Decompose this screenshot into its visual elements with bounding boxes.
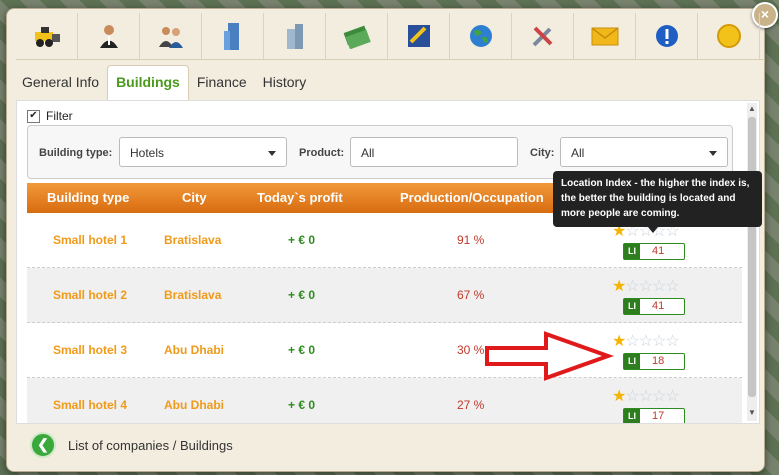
li-value: 18 — [652, 355, 665, 367]
li-tag: LI — [624, 244, 640, 259]
row-city: Abu Dhabi — [164, 398, 224, 412]
building-icon[interactable] — [202, 13, 264, 59]
info-alert-icon[interactable] — [636, 13, 698, 59]
star-rating: ★☆☆☆☆ — [612, 278, 680, 295]
filter-label: Filter — [46, 109, 73, 123]
tab-history[interactable]: History — [255, 66, 315, 100]
li-value: 41 — [652, 300, 665, 312]
row-profit: + € 0 — [288, 288, 316, 302]
li-value: 17 — [652, 410, 665, 422]
back-arrow-icon[interactable]: ❮ — [30, 432, 56, 458]
chevron-down-icon — [709, 151, 717, 156]
map-icon[interactable] — [388, 13, 450, 59]
building-type-select[interactable]: Hotels — [119, 137, 287, 167]
li-tag: LI — [624, 409, 640, 423]
table-row[interactable]: Small hotel 3 Abu Dhabi + € 0 30 % ★☆☆☆☆… — [27, 323, 742, 378]
tab-buildings[interactable]: Buildings — [107, 65, 189, 100]
location-index-badge[interactable]: LI 18 — [623, 353, 685, 370]
row-city: Bratislava — [164, 288, 222, 302]
annotation-arrow — [485, 331, 614, 381]
header-profit[interactable]: Today`s profit — [257, 190, 343, 205]
row-profit: + € 0 — [288, 343, 316, 357]
tab-finance[interactable]: Finance — [189, 66, 255, 100]
li-tag: LI — [624, 354, 640, 369]
row-production: 30 % — [457, 343, 485, 357]
header-building-type[interactable]: Building type — [47, 190, 129, 205]
row-profit: + € 0 — [288, 398, 316, 412]
location-index-badge[interactable]: LI 41 — [623, 298, 685, 315]
mail-icon[interactable] — [574, 13, 636, 59]
breadcrumb: ❮ List of companies / Buildings — [30, 432, 233, 458]
star-rating: ★☆☆☆☆ — [612, 388, 680, 405]
row-profit: + € 0 — [288, 233, 316, 247]
row-building-type[interactable]: Small hotel 1 — [53, 233, 127, 247]
row-building-type[interactable]: Small hotel 2 — [53, 288, 127, 302]
people-icon[interactable] — [140, 13, 202, 59]
scroll-up-icon[interactable]: ▲ — [748, 104, 756, 113]
city-label: City: — [530, 147, 555, 159]
li-value: 41 — [652, 245, 665, 257]
bulldozer-icon[interactable] — [16, 13, 78, 59]
filter-toggle[interactable]: ✔ Filter — [27, 109, 73, 123]
li-tag: LI — [624, 299, 640, 314]
table-row[interactable]: Small hotel 4 Abu Dhabi + € 0 27 % ★☆☆☆☆… — [27, 378, 742, 423]
row-city: Bratislava — [164, 233, 222, 247]
globe-icon[interactable] — [450, 13, 512, 59]
vertical-scrollbar[interactable]: ▲ ▼ — [747, 103, 757, 421]
product-value: All — [361, 146, 375, 160]
city-select[interactable]: All — [560, 137, 728, 167]
tooltip-pointer — [648, 227, 658, 233]
chevron-down-icon — [268, 151, 276, 156]
product-input[interactable]: All — [350, 137, 518, 167]
header-production[interactable]: Production/Occupation — [400, 190, 544, 205]
money-icon[interactable] — [326, 13, 388, 59]
product-label: Product: — [299, 147, 345, 159]
coin-icon[interactable] — [698, 13, 760, 59]
location-index-badge[interactable]: LI 41 — [623, 243, 685, 260]
row-production: 91 % — [457, 233, 485, 247]
buildings-panel: ✔ Filter Building type: Hotels Product: … — [16, 100, 760, 424]
building-type-label: Building type: — [39, 147, 113, 159]
breadcrumb-text[interactable]: List of companies / Buildings — [68, 438, 233, 453]
factory-icon[interactable] — [264, 13, 326, 59]
building-type-value: Hotels — [130, 146, 165, 160]
location-index-badge[interactable]: LI 17 — [623, 408, 685, 423]
scroll-down-icon[interactable]: ▼ — [748, 408, 756, 417]
star-rating: ★☆☆☆☆ — [612, 333, 680, 350]
table-row[interactable]: Small hotel 2 Bratislava + € 0 67 % ★☆☆☆… — [27, 268, 742, 323]
tab-bar: General Info Buildings Finance History — [14, 64, 314, 100]
manager-icon[interactable] — [78, 13, 140, 59]
row-city: Abu Dhabi — [164, 343, 224, 357]
header-city[interactable]: City — [182, 190, 207, 205]
toolbar — [16, 13, 765, 60]
tooltip-text: Location Index - the higher the index is… — [561, 178, 750, 219]
row-production: 27 % — [457, 398, 485, 412]
tools-icon[interactable] — [512, 13, 574, 59]
scrollbar-thumb[interactable] — [748, 117, 756, 397]
row-production: 67 % — [457, 288, 485, 302]
tab-general-info[interactable]: General Info — [14, 66, 107, 100]
city-value: All — [571, 146, 585, 160]
row-building-type[interactable]: Small hotel 3 — [53, 343, 127, 357]
row-building-type[interactable]: Small hotel 4 — [53, 398, 127, 412]
filter-checkbox[interactable]: ✔ — [27, 109, 40, 123]
location-index-tooltip: Location Index - the higher the index is… — [553, 171, 762, 227]
